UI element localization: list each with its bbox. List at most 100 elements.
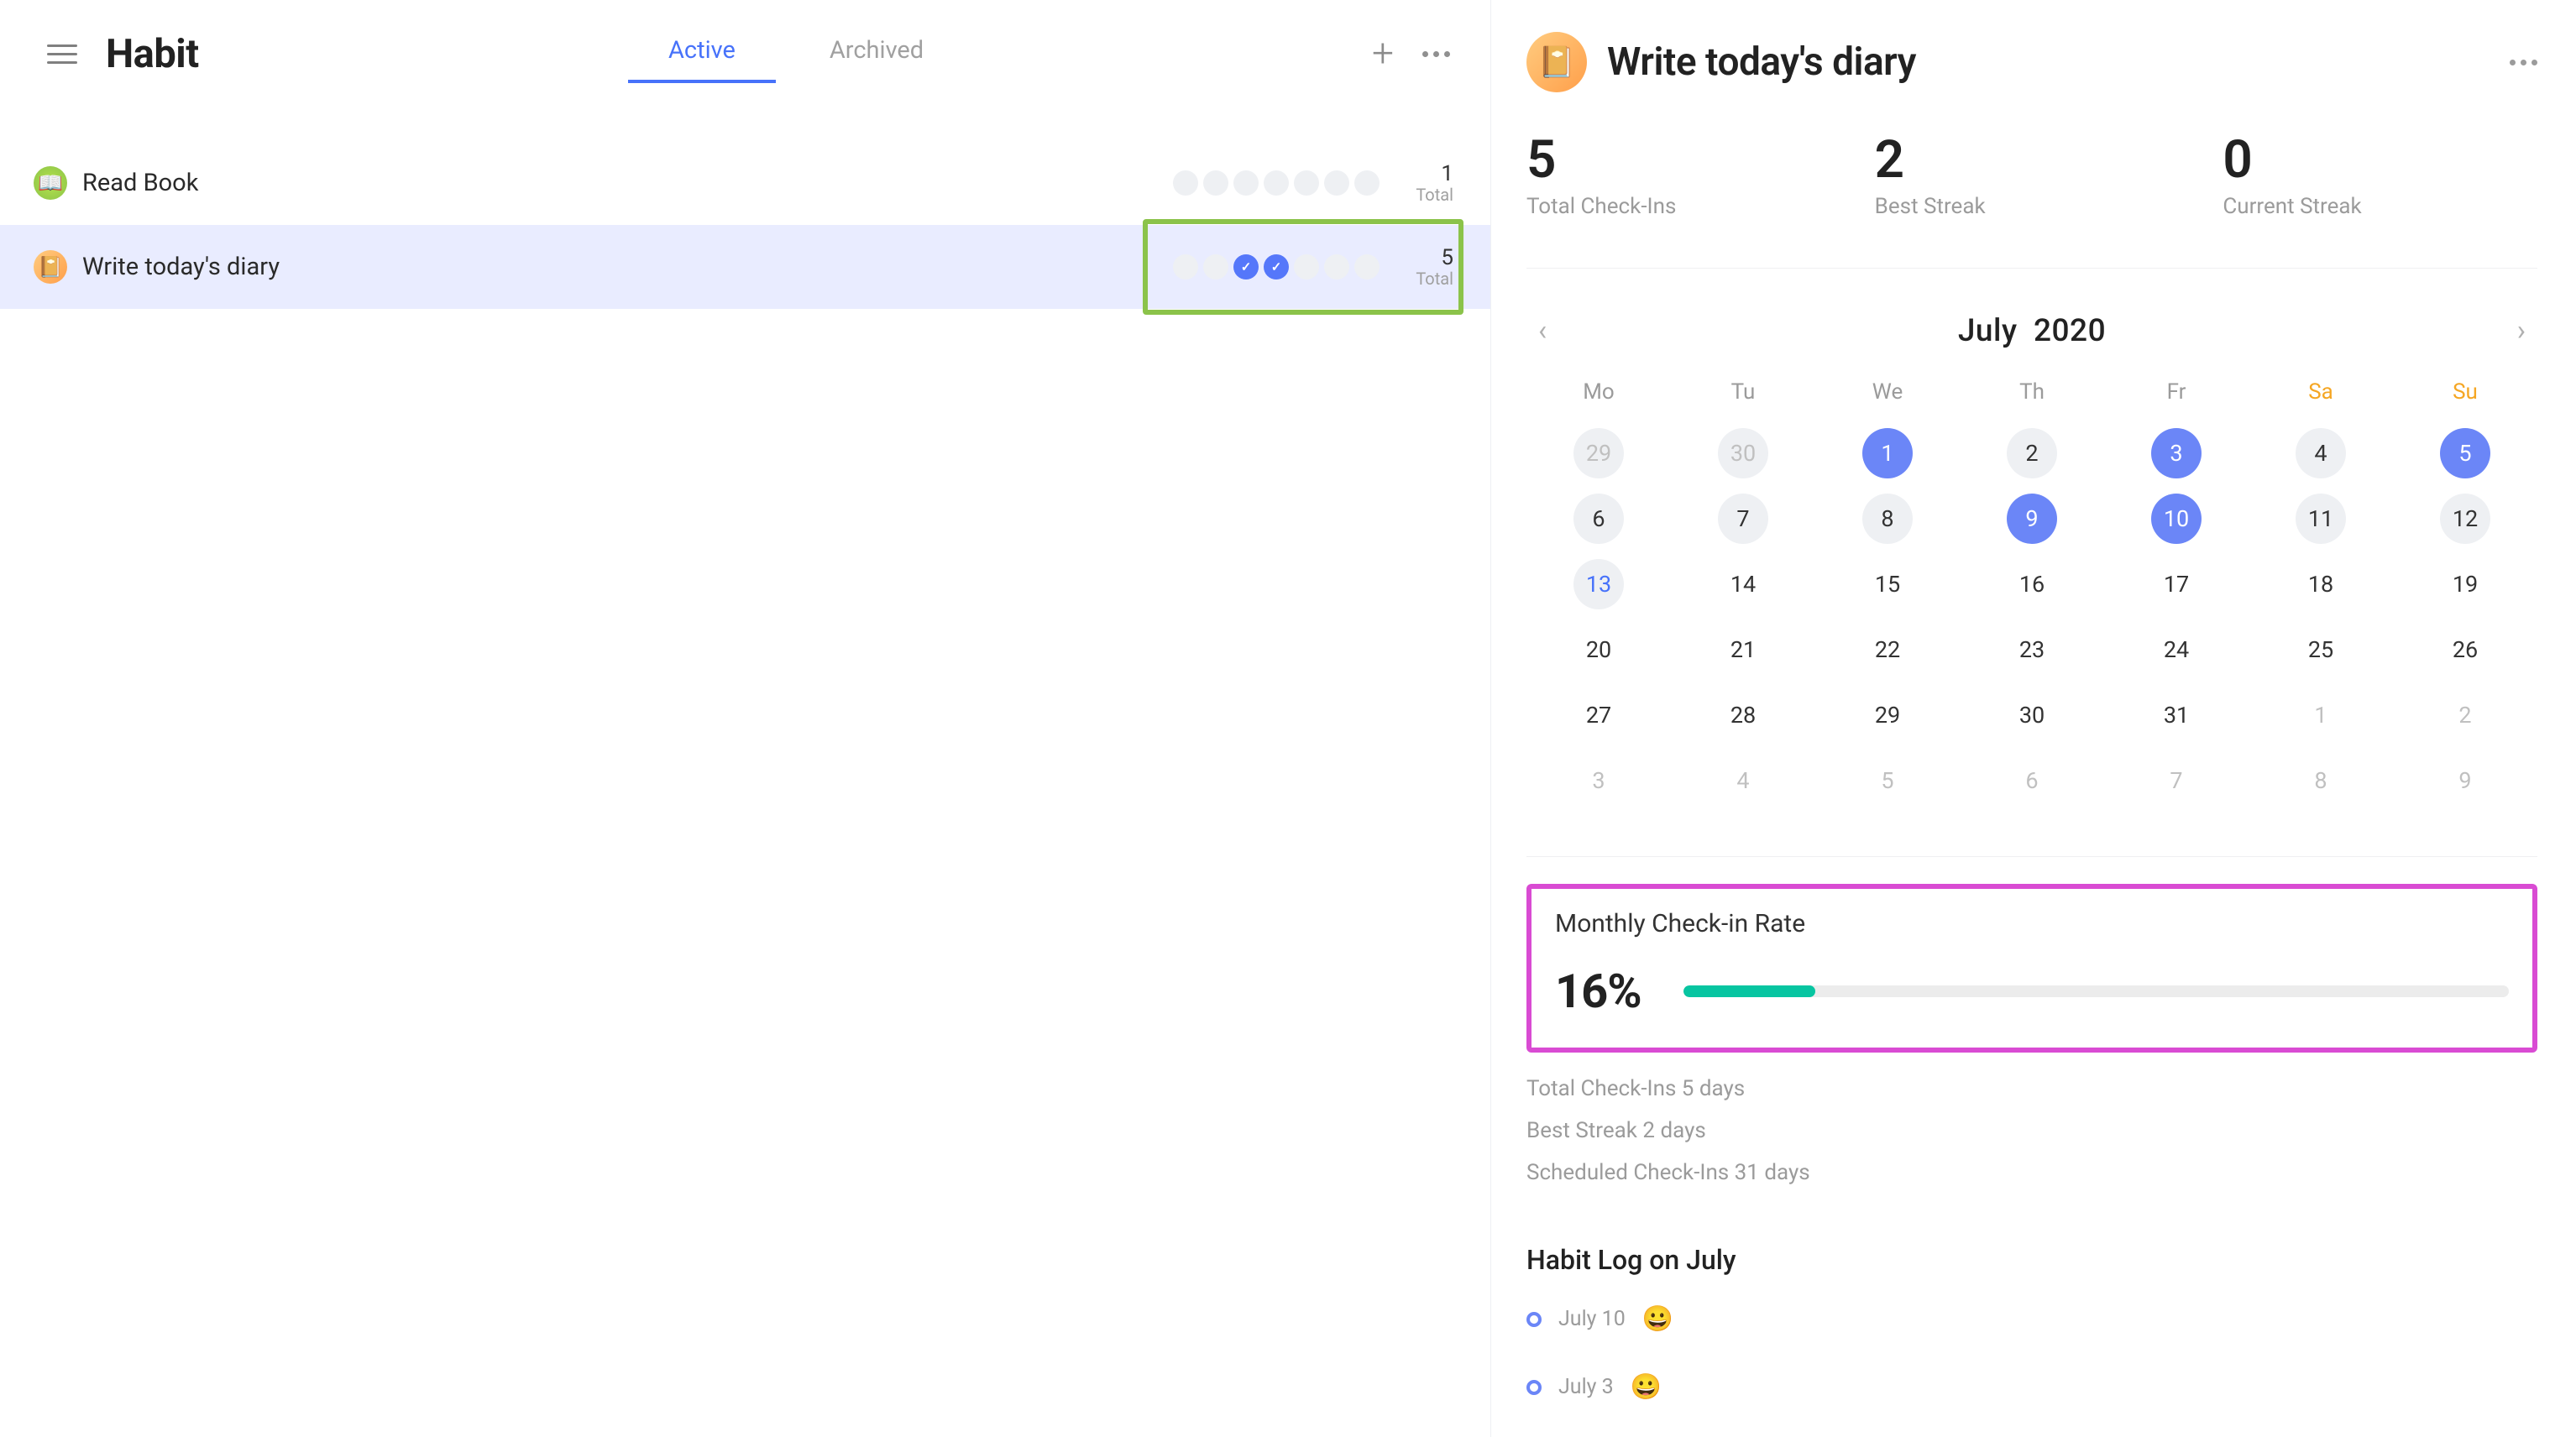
habit-row[interactable]: 📔 Write today's diary 5 Total (0, 225, 1490, 309)
habit-list-panel: Habit Active Archived + 📖 Read Book 1 To… (0, 0, 1491, 1437)
calendar-day[interactable]: 1 (1862, 428, 1913, 478)
stat-col: 5 Total Check-Ins (1526, 129, 1841, 219)
rate-percent: 16% (1555, 964, 1641, 1019)
menu-icon[interactable] (47, 39, 77, 69)
calendar-day[interactable]: 8 (2296, 755, 2346, 806)
prev-month-button[interactable]: ‹ (1530, 311, 1555, 351)
rate-label: Monthly Check-in Rate (1555, 909, 2509, 938)
calendar-day[interactable]: 17 (2151, 559, 2202, 609)
habit-detail-panel: 📔 Write today's diary 5 Total Check-Ins2… (1491, 0, 2576, 1437)
calendar-day[interactable]: 1 (2296, 690, 2346, 740)
habit-count: 5 Total (1403, 245, 1453, 289)
habit-log-section: Habit Log on July July 10 😀 July 3 😀 (1526, 1244, 2537, 1402)
log-emoji-icon: 😀 (1642, 1304, 1673, 1334)
day-dot[interactable] (1203, 170, 1228, 196)
calendar-day[interactable]: 6 (1573, 494, 1624, 544)
log-date: July 3 (1558, 1375, 1614, 1399)
calendar-dow: Th (2019, 379, 2045, 413)
calendar-day[interactable]: 18 (2296, 559, 2346, 609)
calendar-title: July 2020 (1958, 313, 2106, 349)
day-dot-strip (1173, 170, 1380, 196)
calendar-day[interactable]: 9 (2007, 494, 2057, 544)
rate-bar (1683, 985, 2509, 997)
stat-label: Best Streak (1875, 194, 2190, 219)
calendar-day[interactable]: 22 (1862, 624, 1913, 675)
log-title: Habit Log on July (1526, 1244, 2537, 1276)
calendar-day[interactable]: 21 (1718, 624, 1768, 675)
calendar-day[interactable]: 12 (2440, 494, 2490, 544)
calendar-day[interactable]: 10 (2151, 494, 2202, 544)
calendar-dow: Tu (1731, 379, 1756, 413)
calendar-day[interactable]: 11 (2296, 494, 2346, 544)
calendar-day[interactable]: 7 (1718, 494, 1768, 544)
calendar-grid: MoTuWeThFrSaSu29301234567891011121314151… (1526, 379, 2537, 806)
day-dot[interactable] (1264, 170, 1289, 196)
calendar-day[interactable]: 5 (1862, 755, 1913, 806)
calendar-day[interactable]: 16 (2007, 559, 2057, 609)
day-dot[interactable] (1354, 170, 1380, 196)
calendar-day[interactable]: 8 (1862, 494, 1913, 544)
add-habit-button[interactable]: + (1372, 34, 1394, 73)
habit-count: 1 Total (1403, 161, 1453, 205)
day-dot[interactable] (1173, 170, 1198, 196)
calendar-day[interactable]: 29 (1862, 690, 1913, 740)
day-dot[interactable] (1294, 254, 1319, 280)
calendar-day[interactable]: 2 (2007, 428, 2057, 478)
calendar-day[interactable]: 4 (2296, 428, 2346, 478)
tab-active[interactable]: Active (628, 24, 776, 83)
habit-icon: 📖 (34, 166, 67, 200)
calendar-day[interactable]: 13 (1573, 559, 1624, 609)
stat-label: Total Check-Ins (1526, 194, 1841, 219)
log-entry[interactable]: July 3 😀 (1526, 1372, 2537, 1402)
left-header: Habit Active Archived + (0, 0, 1490, 107)
calendar-day[interactable]: 9 (2440, 755, 2490, 806)
monthly-rate-box: Monthly Check-in Rate 16% (1526, 884, 2537, 1053)
calendar-day[interactable]: 15 (1862, 559, 1913, 609)
calendar-day[interactable]: 20 (1573, 624, 1624, 675)
calendar-day[interactable]: 7 (2151, 755, 2202, 806)
calendar-day[interactable]: 24 (2151, 624, 2202, 675)
day-dot[interactable] (1173, 254, 1198, 280)
log-dot-icon (1526, 1312, 1542, 1327)
stat-label: Current Streak (2223, 194, 2537, 219)
mini-stat-line: Total Check-Ins 5 days (1526, 1076, 2537, 1101)
calendar-day[interactable]: 31 (2151, 690, 2202, 740)
day-dot[interactable] (1354, 254, 1380, 280)
calendar-day[interactable]: 29 (1573, 428, 1624, 478)
habit-detail-icon: 📔 (1526, 32, 1587, 92)
calendar-day[interactable]: 14 (1718, 559, 1768, 609)
calendar-day[interactable]: 30 (2007, 690, 2057, 740)
calendar-day[interactable]: 3 (1573, 755, 1624, 806)
detail-more-icon[interactable] (2510, 60, 2537, 65)
habit-row[interactable]: 📖 Read Book 1 Total (0, 141, 1490, 225)
mini-stat-line: Scheduled Check-Ins 31 days (1526, 1160, 2537, 1185)
day-dot[interactable] (1233, 170, 1259, 196)
day-dot-strip (1173, 254, 1380, 280)
next-month-button[interactable]: › (2509, 311, 2534, 351)
stat-value: 5 (1526, 129, 1841, 191)
log-entries: July 10 😀 July 3 😀 (1526, 1304, 2537, 1402)
habit-name: Read Book (82, 169, 198, 197)
calendar-day[interactable]: 30 (1718, 428, 1768, 478)
calendar-day[interactable]: 28 (1718, 690, 1768, 740)
calendar-day[interactable]: 4 (1718, 755, 1768, 806)
day-dot[interactable] (1233, 254, 1259, 280)
day-dot[interactable] (1203, 254, 1228, 280)
calendar-day[interactable]: 23 (2007, 624, 2057, 675)
calendar-day[interactable]: 6 (2007, 755, 2057, 806)
tab-archived[interactable]: Archived (789, 24, 964, 83)
day-dot[interactable] (1324, 254, 1349, 280)
calendar-day[interactable]: 3 (2151, 428, 2202, 478)
more-icon[interactable] (1422, 51, 1450, 57)
calendar-day[interactable]: 25 (2296, 624, 2346, 675)
log-entry[interactable]: July 10 😀 (1526, 1304, 2537, 1334)
calendar-day[interactable]: 27 (1573, 690, 1624, 740)
calendar-day[interactable]: 19 (2440, 559, 2490, 609)
day-dot[interactable] (1324, 170, 1349, 196)
calendar-day[interactable]: 5 (2440, 428, 2490, 478)
day-dot[interactable] (1294, 170, 1319, 196)
calendar-day[interactable]: 26 (2440, 624, 2490, 675)
calendar: ‹ July 2020 › MoTuWeThFrSaSu293012345678… (1526, 311, 2537, 857)
calendar-day[interactable]: 2 (2440, 690, 2490, 740)
day-dot[interactable] (1264, 254, 1289, 280)
